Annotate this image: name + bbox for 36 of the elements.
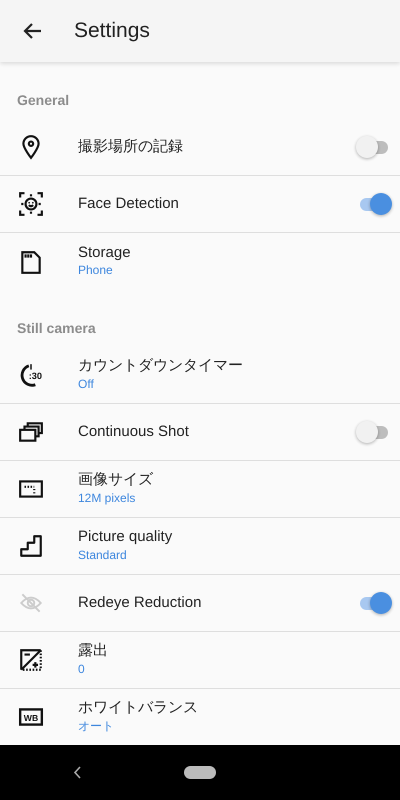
- settings-row[interactable]: 撮影場所の記録: [0, 119, 400, 176]
- settings-row[interactable]: Redeye Reduction: [0, 575, 400, 632]
- page-title: Settings: [74, 18, 150, 44]
- setting-title: Face Detection: [78, 194, 179, 214]
- stairs-icon: [18, 533, 44, 559]
- settings-row[interactable]: Storage Phone: [0, 233, 400, 290]
- back-arrow-icon[interactable]: [22, 22, 42, 40]
- setting-title: カウントダウンタイマー: [78, 357, 243, 376]
- setting-value: Phone: [78, 262, 113, 280]
- setting-title: Continuous Shot: [78, 422, 189, 442]
- settings-row[interactable]: Face Detection: [0, 176, 400, 233]
- section-header: General: [16, 91, 70, 110]
- back-nav-icon[interactable]: [73, 766, 81, 779]
- setting-value: Off: [78, 376, 94, 393]
- setting-title: Redeye Reduction: [78, 594, 202, 612]
- settings-row[interactable]: Continuous Shot: [0, 404, 400, 461]
- face-detection-icon: [18, 191, 44, 217]
- setting-value: 0: [78, 660, 85, 678]
- toggle-switch[interactable]: [356, 421, 390, 443]
- toggle-switch[interactable]: [356, 136, 390, 158]
- setting-title: Storage: [78, 244, 131, 262]
- setting-value: オート: [78, 718, 114, 735]
- setting-value: 12M pixels: [78, 490, 136, 507]
- setting-title: 撮影場所の記録: [78, 138, 183, 156]
- settings-row[interactable]: 画像サイズ 12M pixels: [0, 461, 400, 518]
- home-pill[interactable]: [184, 766, 216, 779]
- setting-title: 露出: [78, 642, 108, 661]
- setting-title: Picture quality: [78, 528, 172, 547]
- settings-row[interactable]: :30 カウントダウンタイマー Off: [0, 347, 400, 404]
- section-header: Still camera: [16, 319, 97, 338]
- exposure-icon: [18, 647, 44, 673]
- settings-row[interactable]: Picture quality Standard: [0, 518, 400, 575]
- settings-row[interactable]: 露出 0: [0, 632, 400, 689]
- setting-value: Standard: [78, 546, 127, 564]
- setting-title: 画像サイズ: [78, 471, 153, 490]
- setting-title: ホワイトバランス: [78, 699, 198, 718]
